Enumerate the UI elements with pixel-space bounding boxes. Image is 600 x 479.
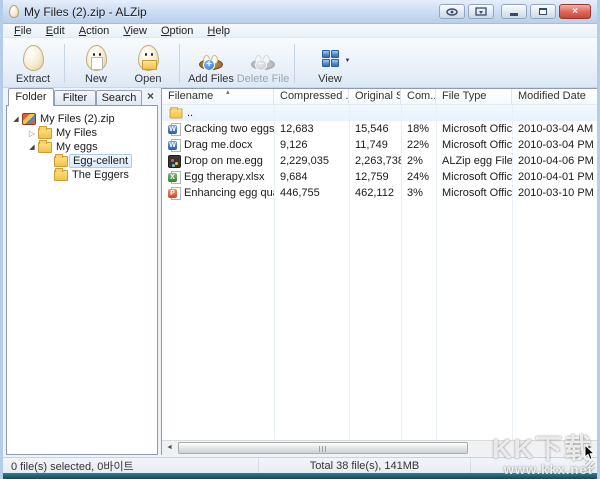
table-row[interactable]: WCracking two eggs wit... 12,683 15,546 … [162,121,597,137]
sort-ascending-icon: ▴ [226,89,230,96]
toolbar-separator [294,44,295,83]
menu-help[interactable]: Help [200,25,237,37]
toolbar-separator [64,44,65,83]
alzip-window: My Files (2).zip - ALZip × File Edit Act… [0,0,600,479]
zip-archive-icon [22,113,36,125]
tree-item-the-eggers[interactable]: The Eggers [7,167,157,182]
file-list: Filename ▴ Compressed ... Original S... … [161,88,597,455]
tab-folder[interactable]: Folder [8,88,54,106]
toolbar-separator [179,44,180,83]
scroll-left-icon[interactable]: ◄ [162,441,177,455]
menu-edit[interactable]: Edit [39,25,72,37]
table-row[interactable]: X Egg therapy.xlsx 9,684 12,759 24% Micro… [162,169,597,185]
column-ratio[interactable]: Com... [401,89,436,104]
tree-item-my-files[interactable]: ▷ My Files [7,125,157,140]
nest-minus-icon: − [251,44,275,71]
panel-close-icon[interactable]: × [147,89,154,103]
column-filetype[interactable]: File Type [436,89,512,104]
folder-icon [54,167,68,181]
toolbar: Extract New Open + Add Files − Delete Fi… [3,38,597,88]
menu-file[interactable]: File [7,25,39,37]
tab-filter[interactable]: Filter [54,90,96,106]
eye-icon [446,7,458,16]
folder-panel: Folder Filter Search × ◢ My Files (2).zi… [6,88,158,455]
expander-closed-icon[interactable]: ▷ [27,129,37,138]
titlebar-tray-button[interactable] [468,4,494,19]
excel-doc-icon: X [168,170,181,184]
restore-icon [539,8,547,15]
table-row-up[interactable]: .. [162,105,597,121]
status-selection: 0 file(s) selected, 0바이트 [3,458,259,473]
folder-tree: ◢ My Files (2).zip ▷ My Files ◢ My eggs … [6,105,158,455]
menu-option[interactable]: Option [154,25,200,37]
titlebar-eye-button[interactable] [439,4,465,19]
delete-file-button: − Delete File [237,40,289,87]
column-gridline [401,105,402,440]
column-filename[interactable]: Filename ▴ [162,89,274,104]
table-row[interactable]: PEnhancing egg quality... 446,755 462,11… [162,185,597,201]
powerpoint-doc-icon: P [168,186,181,200]
egg-mascot-paper-icon [85,44,107,71]
panel-tabs: Folder Filter Search × [6,88,158,106]
grid-view-icon: ▼ [321,44,351,71]
minimize-button[interactable] [501,4,527,19]
maximize-button[interactable] [530,4,556,19]
view-button[interactable]: ▼ View [304,40,356,87]
tree-item-root[interactable]: ◢ My Files (2).zip [7,112,157,126]
column-gridline [349,105,350,440]
app-egg-icon [9,5,19,18]
folder-icon [54,153,68,167]
tray-window-icon [475,7,487,16]
status-bar: 0 file(s) selected, 0바이트 Total 38 file(s… [3,457,597,473]
column-compressed[interactable]: Compressed ... [274,89,349,104]
column-gridline [512,105,513,440]
resize-grip[interactable] [585,461,595,471]
scrollbar-thumb[interactable] [178,442,468,454]
content-area: Folder Filter Search × ◢ My Files (2).zi… [3,88,597,457]
word-doc-icon: W [168,138,181,152]
egg-mascot-folder-icon [137,44,159,71]
minimize-icon [510,13,518,16]
horizontal-scrollbar[interactable]: ◄ ► [162,440,597,455]
tab-search[interactable]: Search [96,90,142,106]
tree-item-egg-cellent[interactable]: Egg-cellent [7,153,157,168]
menu-action[interactable]: Action [72,25,117,37]
folder-icon [38,125,52,139]
close-icon: × [572,5,578,17]
extract-button[interactable]: Extract [7,40,59,87]
list-header: Filename ▴ Compressed ... Original S... … [162,89,597,105]
word-doc-icon: W [168,122,181,136]
column-gridline [274,105,275,440]
window-controls: × [439,4,591,19]
column-modified[interactable]: Modified Date [512,89,597,104]
new-button[interactable]: New [70,40,122,87]
open-button[interactable]: Open [122,40,174,87]
expander-open-icon[interactable]: ◢ [11,115,21,123]
folder-icon [38,139,52,153]
egg-icon [22,44,44,71]
menu-view[interactable]: View [116,25,154,37]
folder-icon [169,107,183,119]
table-row[interactable]: W Drag me.docx 9,126 11,749 22% Microsoft… [162,137,597,153]
table-row[interactable]: Drop on me.egg 2,229,035 2,263,738 2% AL… [162,153,597,169]
nest-plus-icon: + [199,44,223,71]
titlebar[interactable]: My Files (2).zip - ALZip × [3,0,597,24]
column-gridline [436,105,437,440]
mouse-cursor [584,444,596,461]
window-bottom-edge [3,473,597,479]
expander-open-icon[interactable]: ◢ [27,143,37,151]
chevron-down-icon[interactable]: ▼ [345,58,351,64]
add-files-button[interactable]: + Add Files [185,40,237,87]
alzip-egg-file-icon [168,154,181,168]
close-button[interactable]: × [559,4,591,19]
tree-item-my-eggs[interactable]: ◢ My eggs [7,139,157,154]
window-title: My Files (2).zip - ALZip [24,4,147,19]
status-total: Total 38 file(s), 141MB [259,458,471,473]
column-original[interactable]: Original S... [349,89,401,104]
menu-bar: File Edit Action View Option Help [3,24,597,38]
